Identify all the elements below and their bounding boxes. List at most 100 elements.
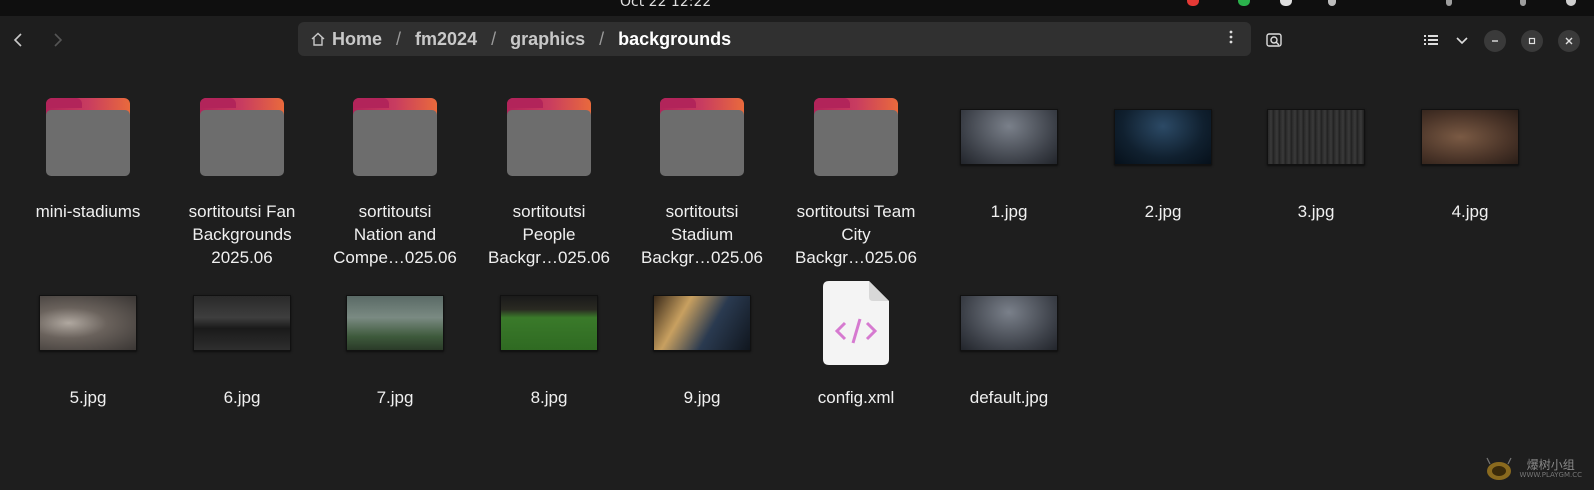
- image-thumbnail: [960, 295, 1058, 351]
- file-name-label: 6.jpg: [172, 386, 312, 409]
- xml-file-icon: [823, 281, 889, 365]
- file-name-label: config.xml: [786, 386, 926, 409]
- close-icon: [1565, 37, 1573, 45]
- folder-item[interactable]: mini-stadiums: [18, 82, 158, 223]
- image-thumbnail: [653, 295, 751, 351]
- image-thumbnail: [346, 295, 444, 351]
- thumbnail: [939, 82, 1079, 192]
- path-bar[interactable]: Home / fm2024 / graphics / backgrounds: [298, 22, 1251, 56]
- file-item[interactable]: 1.jpg: [939, 82, 1079, 223]
- thumbnail: [786, 82, 926, 192]
- file-name-line: sortitoutsi: [665, 202, 739, 221]
- breadcrumb-home[interactable]: Home: [326, 29, 388, 50]
- file-name-line: 9.jpg: [683, 388, 721, 407]
- tray-settings-icon[interactable]: [1328, 0, 1336, 6]
- tray-volume-icon[interactable]: [1520, 0, 1526, 6]
- forward-button[interactable]: [46, 28, 70, 52]
- breadcrumb-graphics[interactable]: graphics: [504, 29, 591, 50]
- thumbnail: [479, 268, 619, 378]
- folder-icon: [200, 98, 284, 176]
- file-name-line: 4.jpg: [1451, 202, 1489, 221]
- file-item[interactable]: 7.jpg: [325, 268, 465, 409]
- thumbnail: [786, 268, 926, 378]
- breadcrumb-separator: /: [396, 28, 402, 49]
- file-name-label: sortitoutsi Stadium Backgr…025.06: [632, 200, 772, 269]
- image-thumbnail: [1421, 109, 1519, 165]
- file-grid: mini-stadiums sortitoutsi Fan Backgrounds 2…: [0, 62, 1594, 490]
- tray-battery-icon[interactable]: [1566, 0, 1576, 6]
- tray-network-icon[interactable]: [1446, 0, 1452, 6]
- breadcrumb-backgrounds[interactable]: backgrounds: [612, 29, 737, 50]
- image-thumbnail: [960, 109, 1058, 165]
- thumbnail: [939, 268, 1079, 378]
- back-button[interactable]: [6, 28, 30, 52]
- folder-icon: [814, 98, 898, 176]
- image-thumbnail: [1267, 109, 1365, 165]
- list-view-icon: [1424, 35, 1438, 45]
- path-menu-button[interactable]: [1221, 29, 1241, 49]
- file-name-line: Backgrounds: [192, 225, 292, 244]
- folder-item[interactable]: sortitoutsi Team City Backgr…025.06: [786, 82, 926, 269]
- thumbnail: [1246, 82, 1386, 192]
- file-name-label: 2.jpg: [1093, 200, 1233, 223]
- file-name-label: mini-stadiums: [18, 200, 158, 223]
- tray-record-icon[interactable]: [1187, 0, 1199, 6]
- chevron-down-icon: [1456, 37, 1468, 45]
- folder-icon: [353, 98, 437, 176]
- watermark-text: 爆树小组: [1526, 458, 1575, 472]
- file-name-line: mini-stadiums: [35, 202, 141, 221]
- tray-app-icon[interactable]: [1280, 0, 1292, 6]
- folder-item[interactable]: sortitoutsi Fan Backgrounds 2025.06: [172, 82, 312, 269]
- image-thumbnail: [193, 295, 291, 351]
- file-name-label: sortitoutsi People Backgr…025.06: [479, 200, 619, 269]
- file-item[interactable]: 9.jpg: [632, 268, 772, 409]
- file-name-line: 3.jpg: [1297, 202, 1335, 221]
- tray-status-icon[interactable]: [1238, 0, 1250, 6]
- file-name-label: sortitoutsi Team City Backgr…025.06: [786, 200, 926, 269]
- breadcrumb-separator: /: [599, 28, 605, 49]
- view-list-button[interactable]: [1419, 28, 1443, 52]
- view-options-button[interactable]: [1450, 28, 1474, 52]
- minimize-button[interactable]: [1484, 30, 1506, 52]
- file-item[interactable]: 6.jpg: [172, 268, 312, 409]
- file-item[interactable]: 2.jpg: [1093, 82, 1233, 223]
- folder-icon: [46, 98, 130, 176]
- folder-item[interactable]: sortitoutsi People Backgr…025.06: [479, 82, 619, 269]
- file-name-line: Backgr…025.06: [795, 248, 917, 267]
- file-item[interactable]: 3.jpg: [1246, 82, 1386, 223]
- file-item[interactable]: 8.jpg: [479, 268, 619, 409]
- image-thumbnail: [500, 295, 598, 351]
- search-button[interactable]: [1262, 28, 1286, 52]
- file-name-line: default.jpg: [969, 388, 1049, 407]
- watermark-url: WWW.PLAYGM.CC: [1519, 471, 1582, 479]
- thumbnail: [172, 82, 312, 192]
- chevron-left-icon: [13, 33, 22, 47]
- file-name-line: Nation and: [353, 225, 437, 244]
- file-name-line: sortitoutsi: [512, 202, 586, 221]
- thumbnail: [18, 268, 158, 378]
- file-item[interactable]: config.xml: [786, 268, 926, 409]
- folder-item[interactable]: sortitoutsi Stadium Backgr…025.06: [632, 82, 772, 269]
- file-item[interactable]: 4.jpg: [1400, 82, 1540, 223]
- thumbnail: [1400, 82, 1540, 192]
- file-name-line: 2025.06: [211, 248, 273, 267]
- home-icon: [311, 32, 325, 46]
- file-name-line: 5.jpg: [69, 388, 107, 407]
- file-name-line: config.xml: [817, 388, 895, 407]
- file-name-line: sortitoutsi Team: [796, 202, 916, 221]
- folder-icon: [660, 98, 744, 176]
- folder-item[interactable]: sortitoutsi Nation and Compe…025.06: [325, 82, 465, 269]
- system-clock[interactable]: Oct 22 12:22: [620, 0, 711, 10]
- file-item[interactable]: 5.jpg: [18, 268, 158, 409]
- file-name-label: 5.jpg: [18, 386, 158, 409]
- thumbnail: [479, 82, 619, 192]
- file-item[interactable]: default.jpg: [939, 268, 1079, 409]
- maximize-button[interactable]: [1521, 30, 1543, 52]
- thumbnail: [18, 82, 158, 192]
- file-name-line: Backgr…025.06: [488, 248, 610, 267]
- file-name-label: 3.jpg: [1246, 200, 1386, 223]
- file-name-label: sortitoutsi Fan Backgrounds 2025.06: [172, 200, 312, 269]
- file-name-line: sortitoutsi: [358, 202, 432, 221]
- breadcrumb-fm2024[interactable]: fm2024: [409, 29, 483, 50]
- close-button[interactable]: [1558, 30, 1580, 52]
